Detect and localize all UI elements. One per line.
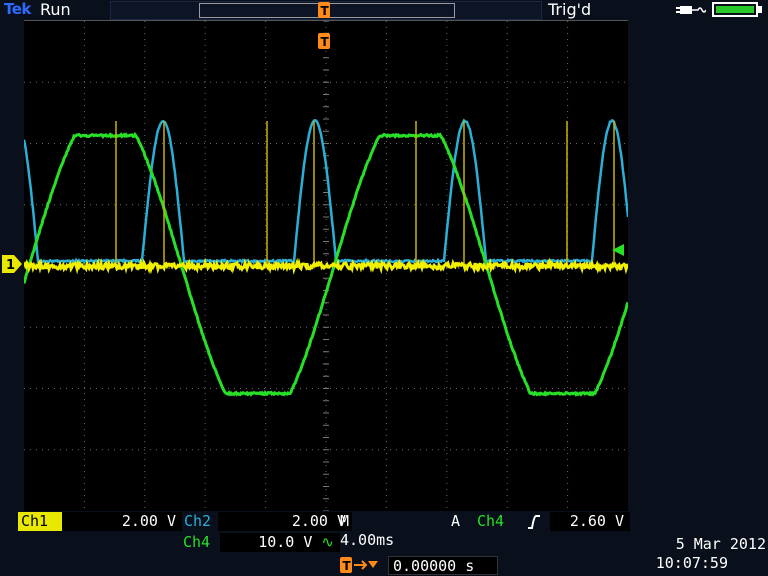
trigger-level-marker[interactable] [612,244,624,256]
record-trigger-label: T [321,4,330,18]
record-trigger-icon: T [318,2,330,18]
ch2-scale[interactable]: 2.00 V [218,512,352,531]
trigger-mode: A [448,512,474,531]
ch1-ground-marker[interactable]: 1 [2,255,22,273]
status-row: Ch1 2.00 V Ch2 2.00 V M 4.00ms A Ch4 2.6… [18,512,632,532]
trigger-position-arrow-label: T [343,559,352,573]
trigger-status: Trig'd [548,0,591,19]
acquisition-state[interactable]: Run [40,0,71,19]
status-row-2: Ch4 10.0 V ∿ [180,533,340,553]
battery-icon [712,2,758,17]
time: 10:07:59 [656,554,728,572]
trigger-position-label: T [321,35,330,49]
trigger-position-arrow-icon: T [340,556,380,574]
trigger-slope-icon [521,512,547,531]
trigger-source[interactable]: Ch4 [474,512,526,531]
timebase-readout[interactable]: M 4.00ms [340,512,410,531]
top-status-bar: Tek Run Trig'd [0,0,768,20]
ch1-spikes [116,121,614,266]
battery-level-fill [716,6,754,13]
trigger-position-value[interactable]: 0.00000 s [388,556,498,575]
ch4-scale[interactable]: 10.0 V ∿ [220,533,340,552]
ch1-scale[interactable]: 2.00 V [62,512,182,531]
ch1-marker-label: 1 [6,258,15,273]
trigger-level[interactable]: 2.60 V [550,512,630,531]
ch4-coupling-icon: ∿ [321,533,334,551]
date: 5 Mar 2012 [676,535,766,553]
plug-icon [676,2,706,18]
waveform-display[interactable] [24,20,628,511]
brand-logo: Tek [4,0,31,18]
trigger-position-icon[interactable]: T [318,33,330,49]
battery-tip [758,6,762,13]
ch1-label[interactable]: Ch1 [18,512,64,531]
